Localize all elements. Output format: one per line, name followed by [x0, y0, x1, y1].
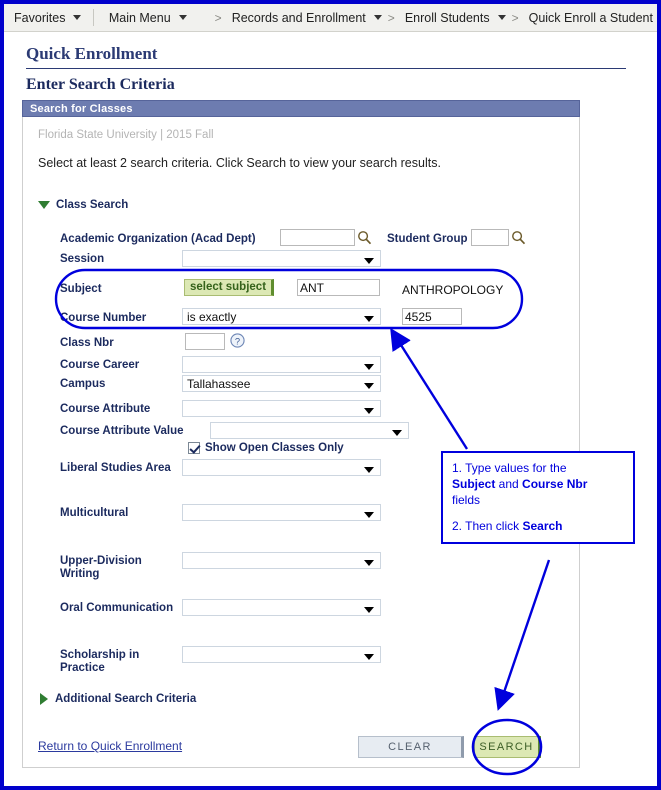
label-oral-communication: Oral Communication [60, 602, 174, 614]
chevron-down-icon [364, 560, 374, 566]
label-session: Session [60, 253, 105, 265]
show-open-classes-only-label: Show Open Classes Only [205, 442, 344, 454]
chevron-down-icon [73, 15, 82, 20]
browser-page: Favorites Main Menu > Records and Enroll… [0, 0, 661, 790]
breadcrumb-label: Favorites [14, 10, 66, 25]
liberal-studies-area-select[interactable] [182, 459, 381, 476]
callout-line-4: 2. Then click Search [452, 518, 624, 534]
callout-and: and [495, 477, 523, 491]
context-line: Florida State University | 2015 Fall [38, 129, 214, 141]
return-to-quick-enrollment-link[interactable]: Return to Quick Enrollment [38, 739, 182, 753]
chevron-down-icon [364, 258, 374, 264]
clear-button[interactable]: CLEAR [358, 736, 464, 758]
campus-value: Tallahassee [187, 377, 251, 391]
label-multicultural: Multicultural [60, 507, 129, 519]
subject-description: ANTHROPOLOGY [402, 283, 504, 297]
chevron-down-icon [364, 467, 374, 473]
label-liberal-studies-area: Liberal Studies Area [60, 462, 171, 474]
chevron-down-icon [364, 364, 374, 370]
label-upper-division-writing: Upper-Division Writing [60, 555, 142, 580]
chevron-down-icon [364, 383, 374, 389]
callout-line-1: 1. Type values for the [452, 460, 624, 476]
label-course-career: Course Career [60, 359, 140, 371]
callout-text: fields [452, 493, 481, 507]
breadcrumb-separator: > [387, 10, 395, 25]
callout-line-3: fields [452, 492, 624, 508]
chevron-down-icon [364, 607, 374, 613]
chevron-down-icon [364, 408, 374, 414]
label-course-number: Course Number [60, 312, 147, 324]
callout-line-2: Subject and Course Nbr [452, 476, 624, 492]
callout-bold-search: Search [522, 519, 563, 533]
academic-organization-input[interactable] [280, 229, 355, 246]
label-course-attribute: Course Attribute [60, 403, 151, 415]
chevron-down-icon [364, 512, 374, 518]
triangle-down-icon [38, 201, 50, 209]
chevron-down-icon [392, 430, 402, 436]
label-student-group: Student Group [387, 233, 468, 245]
chevron-down-icon [373, 15, 382, 20]
course-number-operator-value: is exactly [187, 310, 237, 324]
group-header-search-for-classes: Search for Classes [22, 100, 580, 117]
instruction-text: Select at least 2 search criteria. Click… [38, 156, 441, 170]
label-scholarship-in-practice: Scholarship in Practice [60, 649, 140, 674]
page-title: Quick Enrollment [26, 44, 626, 69]
label-course-attribute-value: Course Attribute Value [60, 425, 184, 437]
session-select[interactable] [182, 250, 381, 267]
multicultural-select[interactable] [182, 504, 381, 521]
course-attribute-value-select[interactable] [210, 422, 409, 439]
chevron-down-icon [364, 654, 374, 660]
student-group-input[interactable] [471, 229, 509, 246]
upper-division-writing-select[interactable] [182, 552, 381, 569]
breadcrumb-label: Enroll Students [404, 10, 490, 25]
subject-input[interactable] [297, 279, 380, 296]
breadcrumb-label: Records and Enrollment [231, 10, 366, 25]
course-attribute-select[interactable] [182, 400, 381, 417]
breadcrumb: Favorites Main Menu > Records and Enroll… [4, 4, 657, 32]
select-subject-button[interactable]: select subject [184, 279, 274, 296]
magnifier-icon-academic-organization[interactable] [357, 230, 372, 245]
label-subject: Subject [60, 283, 102, 295]
callout-text: 1. Type values for the [452, 461, 567, 475]
question-mark-icon[interactable]: ? [230, 333, 245, 348]
campus-select[interactable]: Tallahassee [182, 375, 381, 392]
course-number-input[interactable] [402, 308, 462, 325]
breadcrumb-item-enroll-students[interactable]: Enroll Students [401, 11, 506, 25]
label-campus: Campus [60, 378, 106, 390]
callout-text: 2. Then click [452, 519, 523, 533]
collapse-label: Additional Search Criteria [55, 693, 197, 705]
magnifier-icon-student-group[interactable] [511, 230, 526, 245]
show-open-classes-only-checkbox[interactable] [188, 442, 200, 454]
breadcrumb-label: Quick Enroll a Student [528, 10, 653, 25]
triangle-right-icon [40, 693, 48, 705]
callout-bold-subject: Subject [452, 477, 496, 491]
annotation-callout: 1. Type values for the Subject and Cours… [441, 451, 635, 544]
oral-communication-select[interactable] [182, 599, 381, 616]
breadcrumb-separator: > [511, 10, 519, 25]
class-nbr-input[interactable] [185, 333, 225, 350]
section-title: Enter Search Criteria [26, 76, 175, 93]
breadcrumb-label: Main Menu [108, 10, 171, 25]
breadcrumb-separator: > [214, 10, 222, 25]
label-academic-organization: Academic Organization (Acad Dept) [60, 233, 256, 245]
label-class-nbr: Class Nbr [60, 337, 114, 349]
course-career-select[interactable] [182, 356, 381, 373]
breadcrumb-item-records-and-enrollment[interactable]: Records and Enrollment [228, 11, 382, 25]
scholarship-in-practice-select[interactable] [182, 646, 381, 663]
collapse-label: Class Search [56, 199, 129, 211]
course-number-operator-select[interactable]: is exactly [182, 308, 381, 325]
svg-text:?: ? [235, 336, 240, 346]
search-button[interactable]: SEARCH [474, 736, 541, 758]
breadcrumb-item-quick-enroll-a-student[interactable]: Quick Enroll a Student [525, 11, 657, 25]
chevron-down-icon [178, 15, 187, 20]
chevron-down-icon [364, 316, 374, 322]
show-open-classes-only-row[interactable]: Show Open Classes Only [188, 442, 344, 454]
breadcrumb-item-favorites[interactable]: Favorites [10, 10, 82, 25]
chevron-down-icon [497, 15, 506, 20]
collapse-class-search[interactable]: Class Search [38, 199, 128, 211]
callout-bold-course-nbr: Course Nbr [522, 477, 588, 491]
collapse-additional-search-criteria[interactable]: Additional Search Criteria [40, 693, 196, 705]
breadcrumb-item-main-menu[interactable]: Main Menu [105, 11, 187, 25]
